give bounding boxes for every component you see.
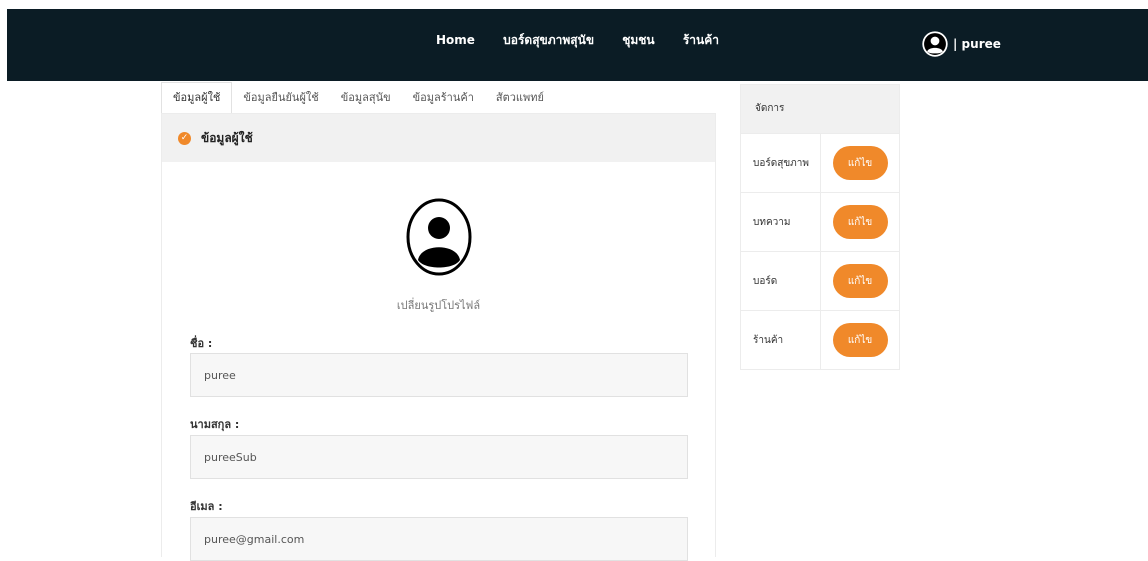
user-info-card: ✓ ข้อมูลผู้ใช้ เปลี่ยนรูปโปรไฟล์ ชื่อ : … (161, 113, 716, 561)
edit-board-button[interactable]: แก้ไข (832, 264, 888, 298)
user-circle-icon (922, 31, 948, 57)
manage-row-label: บทความ (741, 193, 821, 251)
edit-shop-button[interactable]: แก้ไข (832, 323, 888, 357)
card-header: ✓ ข้อมูลผู้ใช้ (162, 114, 715, 162)
manage-row-board: บอร์ด แก้ไข (741, 251, 899, 310)
manage-row-articles: บทความ แก้ไข (741, 192, 899, 251)
manage-header: จัดการ (741, 85, 899, 133)
change-profile-picture-link[interactable]: เปลี่ยนรูปโปรไฟล์ (162, 296, 715, 314)
tab-dog-info[interactable]: ข้อมูลสุนัข (330, 83, 402, 113)
first-name-input[interactable] (190, 353, 688, 397)
last-name-input[interactable] (190, 435, 688, 479)
manage-panel: จัดการ บอร์ดสุขภาพ แก้ไข บทความ แก้ไข บอ… (740, 84, 900, 370)
tab-veterinarian[interactable]: สัตวแพทย์ (485, 83, 555, 113)
manage-row-health-board: บอร์ดสุขภาพ แก้ไข (741, 133, 899, 192)
last-name-label: นามสกุล : (190, 418, 240, 431)
manage-row-label: บอร์ดสุขภาพ (741, 134, 821, 192)
nav-community[interactable]: ชุมชน (622, 31, 654, 50)
email-input[interactable] (190, 517, 688, 561)
tab-shop-info[interactable]: ข้อมูลร้านค้า (402, 83, 485, 113)
profile-tabs: ข้อมูลผู้ใช้ ข้อมูลยืนยันผู้ใช้ ข้อมูลสุ… (161, 82, 716, 113)
manage-row-shop: ร้านค้า แก้ไข (741, 310, 899, 369)
edit-health-board-button[interactable]: แก้ไข (832, 146, 888, 180)
profile-picture[interactable] (406, 198, 472, 276)
nav-home[interactable]: Home (436, 33, 475, 47)
manage-row-label: บอร์ด (741, 252, 821, 310)
nav-dog-health-board[interactable]: บอร์ดสุขภาพสุนัข (503, 31, 594, 50)
email-label: อีเมล : (190, 500, 223, 513)
nav-shop[interactable]: ร้านค้า (683, 31, 719, 50)
user-name: | puree (953, 37, 1001, 51)
tab-user-verification[interactable]: ข้อมูลยืนยันผู้ใช้ (232, 83, 329, 113)
tab-user-info[interactable]: ข้อมูลผู้ใช้ (161, 82, 233, 113)
first-name-label: ชื่อ : (190, 337, 213, 350)
top-navbar: Home บอร์ดสุขภาพสุนัข ชุมชน ร้านค้า | pu… (7, 9, 1148, 81)
card-title: ข้อมูลผู้ใช้ (201, 130, 253, 145)
user-menu[interactable]: | puree (921, 29, 1001, 59)
edit-articles-button[interactable]: แก้ไข (832, 205, 888, 239)
check-circle-icon: ✓ (178, 131, 191, 145)
manage-row-label: ร้านค้า (741, 311, 821, 369)
